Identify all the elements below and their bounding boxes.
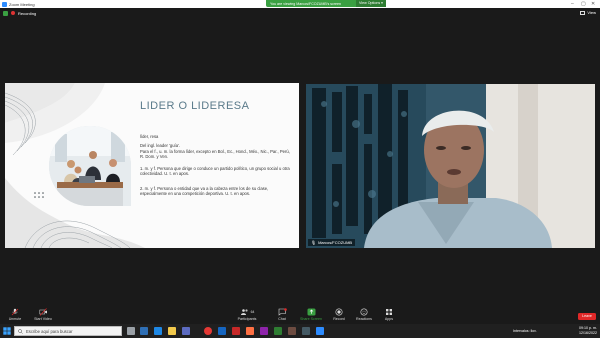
mic-off-icon — [11, 308, 19, 316]
participants-button[interactable]: 64 Participants — [232, 308, 262, 321]
leave-button[interactable]: Leave — [578, 313, 596, 320]
record-icon — [335, 308, 343, 316]
view-button[interactable]: View — [580, 10, 596, 15]
participant-video-frame — [306, 84, 595, 248]
search-placeholder: Escribe aquí para buscar — [26, 328, 73, 334]
app-purple-icon[interactable] — [260, 327, 268, 335]
view-button-label: View — [587, 10, 596, 15]
close-icon[interactable]: ✕ — [591, 1, 595, 7]
file-explorer-icon[interactable] — [168, 327, 176, 335]
start-video-label: Start Video — [34, 317, 52, 321]
viewing-banner-text: You are viewing Marcos/FCOZUMB's screen — [270, 1, 342, 6]
share-screen-button[interactable]: Share Screen — [296, 308, 326, 321]
app-gray-icon[interactable] — [302, 327, 310, 335]
slide-text-line: 2. m. y f. Persona o entidad que va a la… — [140, 186, 269, 197]
minimize-icon[interactable]: – — [571, 1, 574, 7]
chrome-icon[interactable] — [204, 327, 212, 335]
business-meeting-photo — [49, 126, 131, 206]
shared-screen-slide: LIDER O LIDERESA líder, resa Del ingl. l… — [5, 83, 299, 248]
zoom-taskbar-icon[interactable] — [140, 327, 148, 335]
recording-label: Recording — [18, 10, 37, 16]
word-icon[interactable] — [218, 327, 226, 335]
grid-view-icon — [580, 10, 586, 15]
view-options-button[interactable]: View Options ▾ — [356, 0, 386, 7]
apps-button[interactable]: Apps — [374, 308, 404, 321]
apps-icon — [386, 309, 392, 315]
slide-title: LIDER O LIDERESA — [140, 100, 250, 112]
start-video-button[interactable]: Start Video — [28, 308, 58, 321]
chat-button[interactable]: Chat — [267, 308, 297, 321]
apps-label: Apps — [384, 317, 394, 321]
app-orange-icon[interactable] — [246, 327, 254, 335]
zoom-logo-icon — [2, 1, 7, 7]
unmute-button[interactable]: Unmute — [0, 308, 30, 321]
participant-video[interactable]: 🎙 Marcos/FCOZUMB — [306, 84, 595, 248]
participant-name-tag: 🎙 Marcos/FCOZUMB — [308, 239, 356, 246]
participants-count: 64 — [250, 310, 255, 314]
maximize-icon[interactable]: ▢ — [581, 1, 586, 7]
powerpoint-icon[interactable] — [232, 327, 240, 335]
excel-icon[interactable] — [274, 327, 282, 335]
slide-text-line: Para el f., u. m. la forma líder, except… — [140, 149, 290, 160]
taskbar-search-box[interactable]: Escribe aquí para buscar — [14, 326, 122, 336]
participant-name: Marcos/FCOZUMB — [318, 240, 353, 245]
recording-indicator: Recording — [3, 10, 36, 16]
shield-icon[interactable] — [3, 10, 8, 16]
app-brown-icon[interactable] — [288, 327, 296, 335]
record-dot-icon — [11, 11, 15, 15]
weather-status[interactable]: Intervalos: llov. — [513, 329, 537, 333]
participants-label: Participants — [237, 317, 257, 321]
clock-date: 12/16/2022 — [579, 331, 597, 335]
search-icon — [18, 328, 23, 334]
share-screen-label: Share Screen — [300, 317, 322, 321]
participants-icon — [240, 309, 248, 315]
chat-icon — [278, 308, 287, 316]
chat-label: Chat — [278, 317, 286, 321]
slide-text-line: Del ingl. leader 'guía'. — [140, 143, 181, 148]
video-off-icon — [39, 308, 47, 316]
share-screen-icon — [307, 308, 315, 316]
windows-start-icon[interactable] — [3, 327, 11, 335]
meeting-toolbar: Unmute Start Video 64 Participants Chat … — [0, 306, 600, 324]
zoom-active-icon[interactable] — [316, 327, 324, 335]
store-icon[interactable] — [182, 327, 190, 335]
slide-text-line: líder, resa — [140, 134, 159, 139]
mic-muted-icon: 🎙 — [311, 240, 317, 245]
reactions-icon — [360, 308, 368, 316]
windows-taskbar: Escribe aquí para buscar Intervalos: llo… — [0, 324, 600, 338]
system-clock[interactable]: 09:10 p. m. 12/16/2022 — [579, 326, 597, 336]
task-view-icon[interactable] — [127, 327, 135, 335]
slide-text-line: 1. m. y f. Persona que dirige o conduce … — [140, 166, 290, 177]
unmute-label: Unmute — [8, 317, 22, 321]
viewing-banner: You are viewing Marcos/FCOZUMB's screen … — [266, 0, 386, 7]
window-title: Zoom Meeting — [9, 1, 35, 7]
edge-icon[interactable] — [154, 327, 162, 335]
